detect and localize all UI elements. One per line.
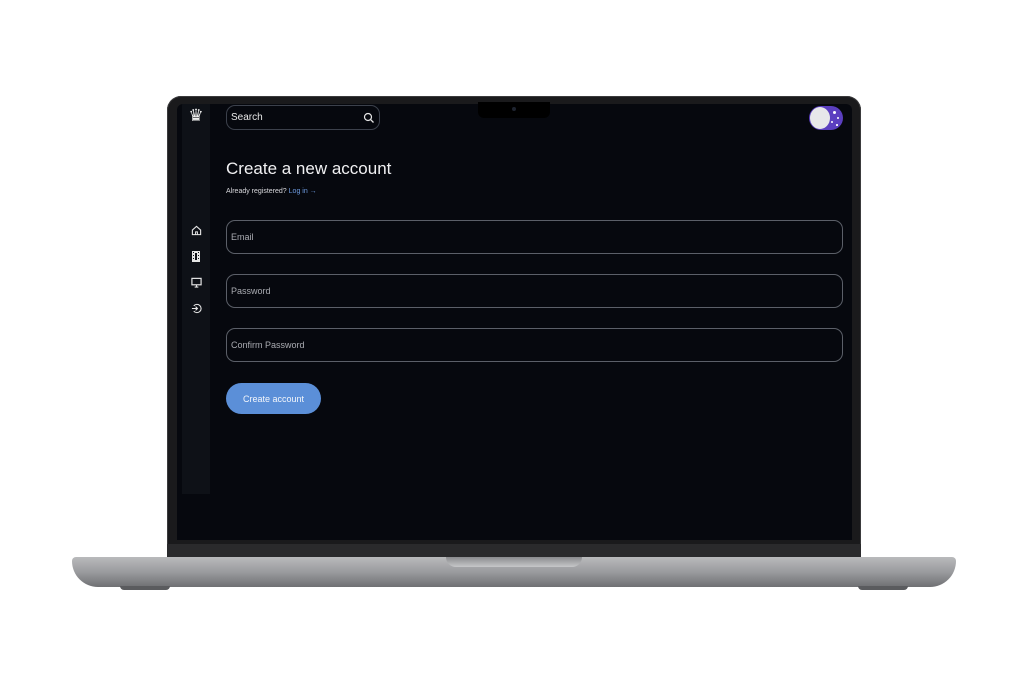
create-account-button[interactable]: Create account [226,383,321,414]
crown-icon[interactable]: ♛ [182,106,210,126]
confirm-password-field[interactable] [226,328,843,362]
search-icon[interactable] [363,112,375,124]
sidebar-item-tv[interactable] [182,274,210,290]
screen-bottom-bezel [167,544,861,558]
camera-icon [512,107,516,111]
login-link[interactable]: Log in → [289,188,317,195]
film-icon [192,250,200,262]
page-title: Create a new account [226,159,392,178]
toggle-knob [810,107,830,129]
search-bar [226,105,380,130]
sidebar-item-films[interactable] [182,248,210,264]
sidebar-item-login[interactable] [182,300,210,316]
login-icon [191,303,202,313]
already-registered-text: Already registered? [226,188,287,195]
theme-toggle[interactable] [809,106,843,130]
laptop-base-notch [446,557,582,567]
home-icon [191,225,201,235]
monitor-icon [190,277,202,288]
login-prompt: Already registered? Log in → [226,188,317,195]
search-input[interactable] [227,111,357,124]
app-screen: ♛ Search Create a new account Already re… [177,104,852,540]
sidebar-item-home[interactable] [182,222,210,238]
laptop-foot-right [858,586,908,590]
email-field[interactable] [226,220,843,254]
password-field[interactable] [226,274,843,308]
sidebar: ♛ [182,104,210,494]
laptop-foot-left [120,586,170,590]
